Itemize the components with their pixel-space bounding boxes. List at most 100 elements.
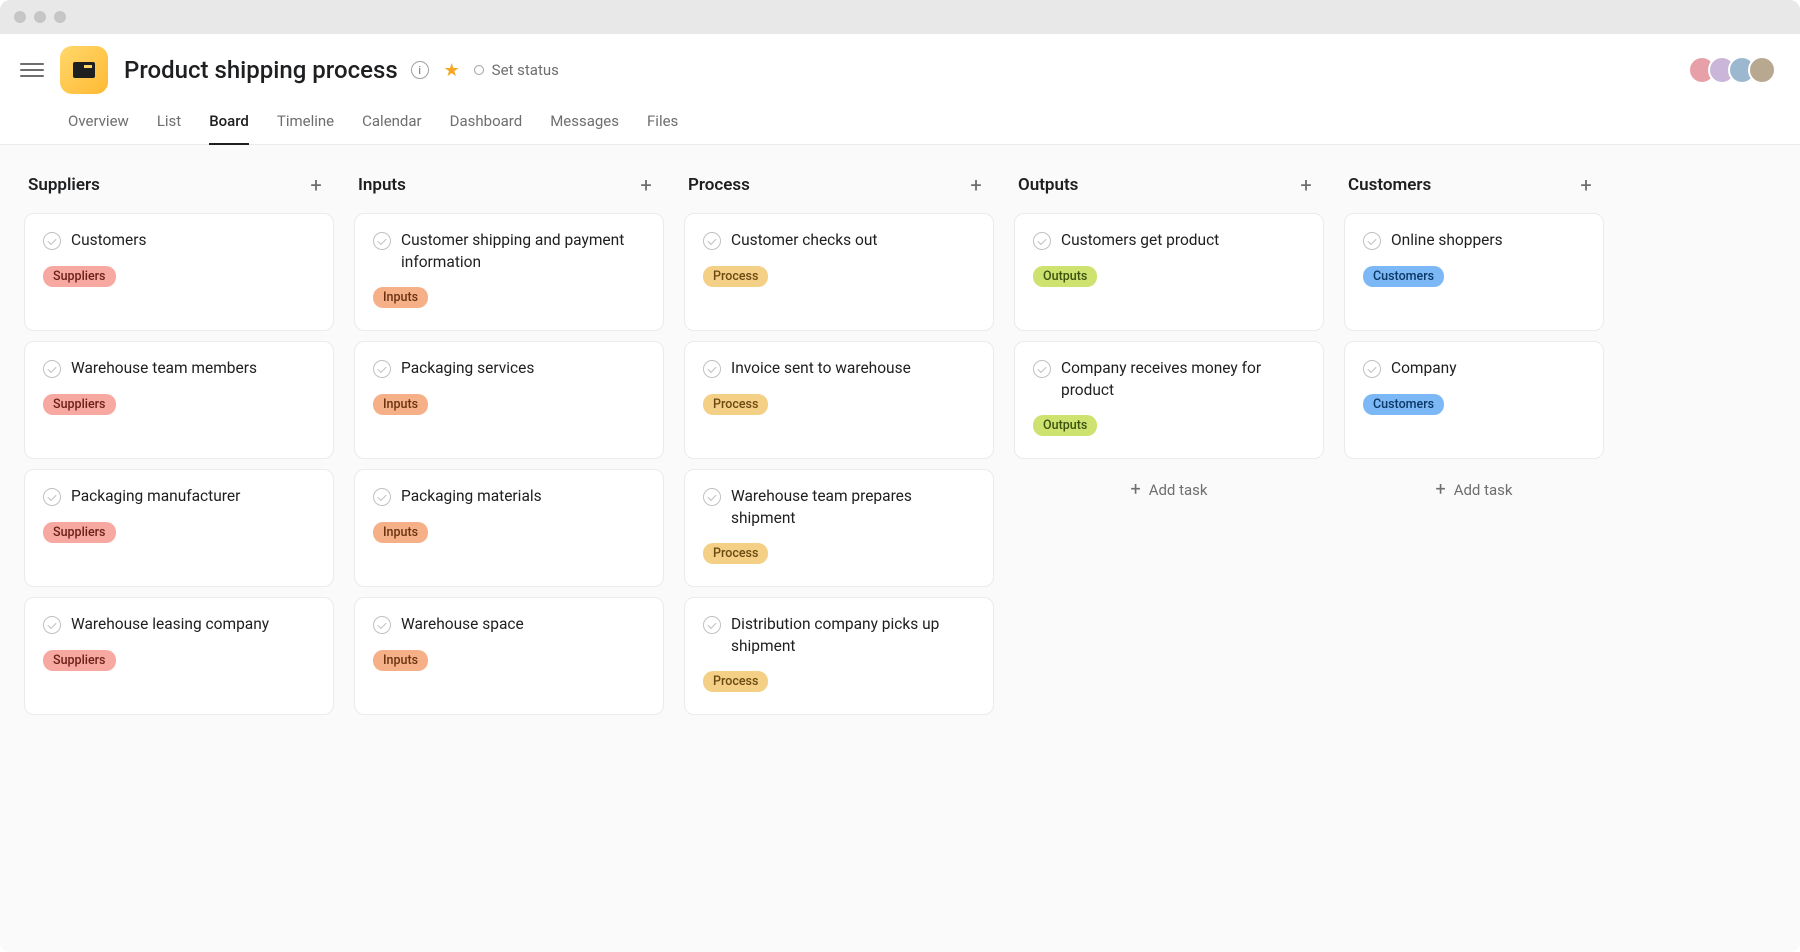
project-title[interactable]: Product shipping process [124,56,398,84]
column-header: Customers + [1344,165,1604,213]
column-title[interactable]: Inputs [358,175,406,195]
project-members[interactable] [1696,56,1776,84]
add-task-icon[interactable]: + [1572,171,1600,199]
task-card[interactable]: Online shoppersCustomers [1344,213,1604,331]
task-title: Customers [71,230,146,252]
column-suppliers: Suppliers+CustomersSuppliersWarehouse te… [24,165,334,952]
plus-icon: + [1130,479,1140,500]
task-tag[interactable]: Inputs [373,287,428,308]
task-card[interactable]: Packaging materials Inputs [354,469,664,587]
set-status-button[interactable]: Set status [474,61,559,79]
project-icon[interactable] [60,46,108,94]
task-card[interactable]: Warehouse team members Suppliers [24,341,334,459]
task-card[interactable]: Packaging manufacturer Suppliers [24,469,334,587]
add-task-icon[interactable]: + [1292,171,1320,199]
complete-task-icon[interactable] [43,360,61,378]
task-title: Packaging materials [401,486,542,508]
complete-task-icon[interactable] [1363,232,1381,250]
tab-list[interactable]: List [157,104,181,144]
column-title[interactable]: Outputs [1018,175,1078,195]
complete-task-icon[interactable] [43,232,61,250]
column-title[interactable]: Suppliers [28,175,100,195]
column-title[interactable]: Customers [1348,175,1431,195]
task-card[interactable]: Packaging servicesInputs [354,341,664,459]
task-tag[interactable]: Process [703,266,768,287]
task-tag[interactable]: Process [703,543,768,564]
complete-task-icon[interactable] [703,616,721,634]
complete-task-icon[interactable] [373,488,391,506]
task-card[interactable]: Distribution company picks up shipmentPr… [684,597,994,715]
tab-board[interactable]: Board [209,104,249,144]
add-task-icon[interactable]: + [632,171,660,199]
menu-toggle-icon[interactable] [20,58,44,82]
avatar[interactable] [1748,56,1776,84]
task-tag[interactable]: Inputs [373,650,428,671]
complete-task-icon[interactable] [1363,360,1381,378]
tab-files[interactable]: Files [647,104,678,144]
task-tag[interactable]: Customers [1363,266,1444,287]
column-header: Process + [684,165,994,213]
tab-dashboard[interactable]: Dashboard [450,104,523,144]
add-task-icon[interactable]: + [302,171,330,199]
window-zoom-icon[interactable] [54,11,66,23]
task-tag[interactable]: Inputs [373,522,428,543]
complete-task-icon[interactable] [373,360,391,378]
task-card[interactable]: Warehouse team prepares shipment Process [684,469,994,587]
task-tag[interactable]: Suppliers [43,650,116,671]
window-titlebar [0,0,1800,34]
tab-messages[interactable]: Messages [550,104,619,144]
complete-task-icon[interactable] [1033,360,1051,378]
task-title: Invoice sent to warehouse [731,358,911,380]
add-task-button[interactable]: + Add task [1014,469,1324,510]
task-tag[interactable]: Suppliers [43,394,116,415]
task-title: Company [1391,358,1457,380]
window-close-icon[interactable] [14,11,26,23]
status-label: Set status [492,61,559,79]
task-tag[interactable]: Process [703,671,768,692]
column-outputs: Outputs + Customers get productOutputsComp… [1014,165,1324,952]
tab-overview[interactable]: Overview [68,104,129,144]
add-task-icon[interactable]: + [962,171,990,199]
add-task-button[interactable]: +Add task [1344,469,1604,510]
window-minimize-icon[interactable] [34,11,46,23]
task-title: Warehouse leasing company [71,614,269,636]
task-tag[interactable]: Inputs [373,394,428,415]
add-task-label: Add task [1149,481,1208,499]
board: Suppliers+CustomersSuppliersWarehouse te… [0,145,1800,952]
task-title: Warehouse team prepares shipment [731,486,975,529]
task-tag[interactable]: Outputs [1033,415,1097,436]
complete-task-icon[interactable] [373,232,391,250]
task-card[interactable]: Customers get productOutputs [1014,213,1324,331]
complete-task-icon[interactable] [373,616,391,634]
complete-task-icon[interactable] [1033,232,1051,250]
tab-timeline[interactable]: Timeline [277,104,334,144]
complete-task-icon[interactable] [43,616,61,634]
task-tag[interactable]: Outputs [1033,266,1097,287]
complete-task-icon[interactable] [703,360,721,378]
complete-task-icon[interactable] [43,488,61,506]
task-card[interactable]: Customer shipping and payment informatio… [354,213,664,331]
tab-calendar[interactable]: Calendar [362,104,422,144]
column-header: Outputs + [1014,165,1324,213]
task-card[interactable]: Company Customers [1344,341,1604,459]
task-tag[interactable]: Customers [1363,394,1444,415]
star-icon[interactable]: ★ [442,60,462,80]
task-card[interactable]: Warehouse leasing company Suppliers [24,597,334,715]
task-tag[interactable]: Process [703,394,768,415]
column-title[interactable]: Process [688,175,750,195]
task-title: Warehouse team members [71,358,257,380]
project-tabs: Overview List Board Timeline Calendar Dashboa… [0,94,1800,145]
task-tag[interactable]: Suppliers [43,522,116,543]
task-tag[interactable]: Suppliers [43,266,116,287]
project-header: Product shipping process i ★ Set status [0,34,1800,94]
task-title: Packaging manufacturer [71,486,240,508]
task-card[interactable]: Company receives money for productOutput… [1014,341,1324,459]
info-icon[interactable]: i [410,60,430,80]
task-card[interactable]: Customer checks outProcess [684,213,994,331]
task-card[interactable]: Invoice sent to warehouse Process [684,341,994,459]
complete-task-icon[interactable] [703,488,721,506]
add-task-label: Add task [1454,481,1513,499]
task-card[interactable]: Warehouse spaceInputs [354,597,664,715]
task-card[interactable]: Customers Suppliers [24,213,334,331]
complete-task-icon[interactable] [703,232,721,250]
